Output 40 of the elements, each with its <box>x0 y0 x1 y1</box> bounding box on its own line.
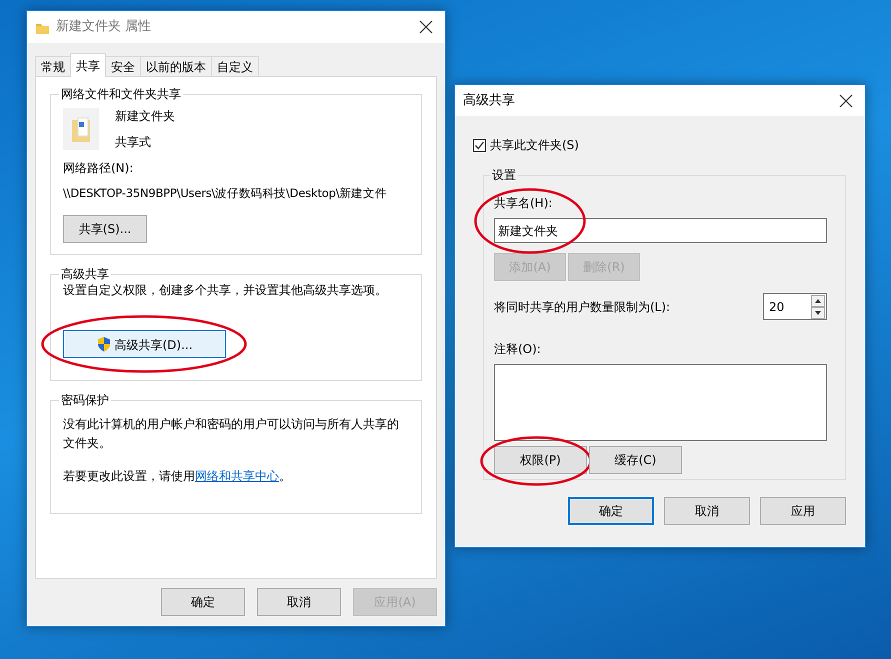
button[interactable]: 权限(P) <box>494 446 587 474</box>
description: 设置自定义权限，创建多个共享，并设置其他高级共享选项。 <box>63 282 388 300</box>
button[interactable]: 确定 <box>161 588 245 616</box>
window-title: 高级共享 <box>463 92 515 110</box>
button[interactable]: 高级共享(D)... <box>63 330 226 358</box>
checkbox[interactable] <box>473 138 486 152</box>
checkbox-label[interactable]: 共享此文件夹(S) <box>490 136 579 154</box>
spinner-value: 20 <box>769 298 784 316</box>
description: 没有此计算机的用户帐户和密码的用户可以访问与所有人共享的文件夹。 <box>63 416 400 452</box>
close-icon[interactable] <box>419 20 433 34</box>
change-setting-text: 若要更改此设置，请使用网络和共享中心。 <box>63 468 292 485</box>
path-label: 网络路径(N): <box>63 160 134 178</box>
group-heading: 设置 <box>491 168 517 182</box>
folder-name: 新建文件夹 <box>115 108 175 126</box>
share-name-field[interactable]: 新建文件夹 <box>494 218 827 244</box>
button[interactable]: 取消 <box>257 588 341 616</box>
field-label: 共享名(H): <box>494 195 554 212</box>
button[interactable]: 确定 <box>568 497 654 525</box>
tab[interactable]: 自定义 <box>211 56 259 76</box>
tab[interactable]: 共享 <box>70 53 106 77</box>
button[interactable]: 取消 <box>664 497 750 525</box>
share-status: 共享式 <box>115 134 152 152</box>
spinner-arrows-icon[interactable] <box>811 294 825 319</box>
group-heading: 网络文件和文件夹共享 <box>60 87 182 102</box>
close-icon[interactable] <box>839 94 853 108</box>
button[interactable]: 共享(S)... <box>63 214 147 243</box>
tab[interactable]: 安全 <box>105 56 141 76</box>
window-title: 新建文件夹 属性 <box>56 18 152 36</box>
shield-icon <box>96 336 112 352</box>
group-heading: 高级共享 <box>60 267 110 282</box>
tab[interactable]: 常规 <box>35 56 71 76</box>
network-path: \\DESKTOP-35N9BPP\Users\波仔数码科技\Desktop\新建文件 <box>63 185 388 202</box>
number-spinner[interactable]: 20 <box>763 293 827 320</box>
group-heading: 密码保护 <box>60 393 110 408</box>
comment-field[interactable] <box>494 364 827 442</box>
button[interactable]: 缓存(C) <box>589 446 682 474</box>
field-label: 将同时共享的用户数量限制为(L): <box>494 298 670 316</box>
field-label: 注释(O): <box>494 341 542 358</box>
network-sharing-center-link[interactable]: 网络和共享中心 <box>195 468 279 483</box>
button[interactable]: 应用 <box>760 497 846 525</box>
